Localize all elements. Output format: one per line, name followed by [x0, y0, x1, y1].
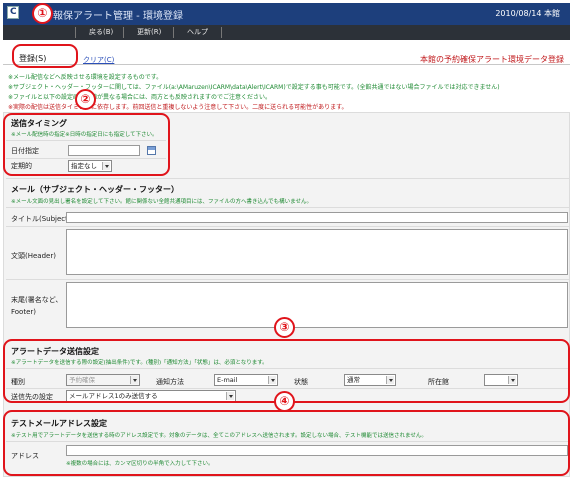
- annotation-number-2: ②: [75, 89, 96, 110]
- action-row: 登録(S) クリア(C) 本館の予約確保アラート環境データ登録: [3, 40, 570, 66]
- subject-label: タイトル(Subject): [11, 215, 71, 223]
- subject-input[interactable]: [66, 212, 568, 223]
- window-date: 2010/08/14 本館: [495, 9, 560, 18]
- note-line: ※ファイルと以下の設定画面で値が異なる場合には、両方とも反映されますのでご注意く…: [8, 94, 272, 101]
- menu-bar: 戻る(B) 更新(R) ヘルプ: [3, 25, 570, 40]
- annotation-number-1: ①: [32, 3, 53, 24]
- menu-help[interactable]: ヘルプ: [187, 27, 208, 37]
- menu-separator: [75, 27, 76, 38]
- mail-note: ※メール文面の見出し署名を設定して下さい。館に関係ない全館共通項目には、ファイル…: [11, 199, 313, 205]
- note-line-warning: ※実際の配信は送信タイミングに依存します。前回送信と重複しないよう注意して下さい…: [8, 104, 348, 111]
- window-titlebar: 報保アラート管理 - 環境登録 2010/08/14 本館: [3, 3, 570, 25]
- menu-back[interactable]: 戻る(B): [89, 27, 113, 37]
- divider: [3, 64, 570, 65]
- footer-label: Footer): [11, 308, 37, 316]
- divider: [6, 178, 570, 179]
- header-textarea[interactable]: [66, 229, 568, 275]
- annotation-box-1: [12, 44, 78, 68]
- window-title: 報保アラート管理 - 環境登録: [53, 11, 183, 22]
- menu-separator: [173, 27, 174, 38]
- menu-separator: [123, 27, 124, 38]
- divider: [6, 207, 570, 208]
- annotation-box-4: [3, 410, 570, 476]
- menu-refresh[interactable]: 更新(R): [137, 27, 161, 37]
- annotation-box-2: [3, 113, 170, 176]
- header-label: 文頭(Header): [11, 252, 56, 260]
- menu-separator: [221, 27, 222, 38]
- footer-label: 末尾(署名など、: [11, 296, 63, 304]
- annotation-number-3: ③: [274, 317, 295, 338]
- note-line: ※メール配信などへ反映させる環境を設定するものです。: [8, 74, 163, 81]
- app-icon: [7, 6, 19, 19]
- divider: [6, 279, 570, 280]
- footer-textarea[interactable]: [66, 282, 568, 328]
- mail-title: メール（サブジェクト・ヘッダー・フッター）: [11, 185, 179, 194]
- annotation-number-4: ④: [274, 391, 295, 412]
- divider: [6, 226, 570, 227]
